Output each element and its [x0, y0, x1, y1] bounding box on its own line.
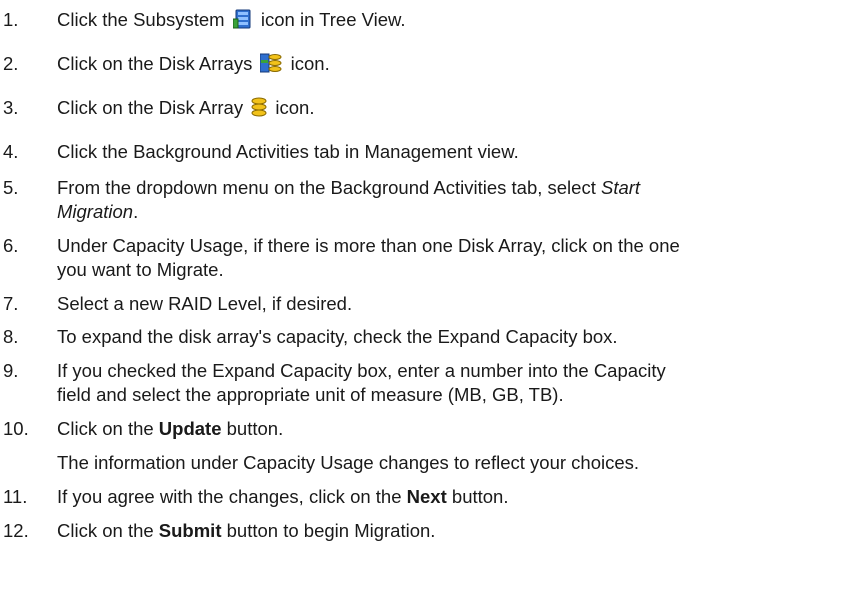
step-text: From the dropdown menu on the Background… — [57, 177, 596, 198]
step-text-end: icon. — [290, 53, 330, 74]
submit-button-label: Submit — [158, 520, 222, 541]
step-text-end: . — [133, 201, 139, 222]
step-9-continued: field and select the appropriate unit of… — [57, 384, 564, 405]
menu-option-migration: Migration — [57, 201, 134, 222]
step-text-end: button to begin Migration. — [226, 520, 436, 541]
step-number: 1. — [3, 9, 19, 30]
step-text: Click on the — [57, 520, 154, 541]
step-number: 7. — [3, 293, 19, 314]
step-text-end: icon. — [275, 97, 315, 118]
step-number: 3. — [3, 97, 19, 118]
step-number: 12. — [3, 520, 29, 541]
step-text: If you checked the Expand Capacity box, … — [57, 360, 666, 381]
step-5-continued: Migration. — [57, 200, 138, 224]
step-6-continued: you want to Migrate. — [57, 259, 224, 280]
step-text: Select a new RAID Level, if desired. — [57, 293, 353, 314]
disk-array-icon — [251, 97, 267, 123]
step-text: Under Capacity Usage, if there is more t… — [57, 235, 680, 256]
step-number: 10. — [3, 418, 29, 439]
step-text: Click the Subsystem — [57, 9, 225, 30]
step-number: 6. — [3, 235, 19, 256]
step-text: If you agree with the changes, click on … — [57, 486, 402, 507]
step-number: 11. — [3, 486, 28, 507]
step-number: 9. — [3, 360, 19, 381]
step-text-end: button. — [451, 486, 509, 507]
subsystem-icon — [232, 9, 253, 35]
step-text: Click on the Disk Array — [57, 97, 244, 118]
next-button-label: Next — [406, 486, 447, 507]
disk-arrays-icon — [259, 53, 282, 79]
step-text-end: button. — [226, 418, 284, 439]
step-text-end: icon in Tree View. — [260, 9, 406, 30]
step-text: Click on the — [57, 418, 154, 439]
step-number: 5. — [3, 177, 19, 198]
step-text: To expand the disk array's capacity, che… — [57, 326, 618, 347]
step-number: 2. — [3, 53, 19, 74]
step-number: 8. — [3, 326, 19, 347]
menu-option-start: Start — [601, 177, 641, 198]
instruction-page: 1. Click the Subsystem icon in Tree View… — [0, 0, 858, 602]
step-text: Click the Background Activities tab in M… — [57, 141, 519, 162]
step-text: Click on the Disk Arrays — [57, 53, 253, 74]
step-number: 4. — [3, 141, 19, 162]
step-10-result: The information under Capacity Usage cha… — [57, 452, 640, 473]
update-button-label: Update — [158, 418, 222, 439]
